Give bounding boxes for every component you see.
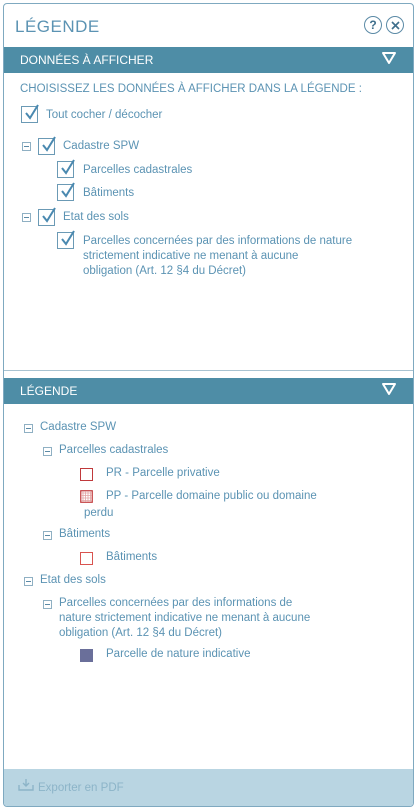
etat-sols-checkbox[interactable] xyxy=(38,207,56,226)
legend-batiments-toggle[interactable] xyxy=(43,531,52,540)
private-parcel-swatch xyxy=(80,468,93,481)
legend-parcelles-indicatives-line-3: obligation (Art. 12 §4 du Décret) xyxy=(59,627,223,639)
batiments-checkbox[interactable] xyxy=(57,182,75,201)
legend-cadastre-label: Cadastre SPW xyxy=(40,421,117,433)
legend-parcelles-toggle[interactable] xyxy=(43,447,52,456)
toggle-all-label[interactable]: Tout cocher / décocher xyxy=(46,108,162,123)
close-icon[interactable] xyxy=(386,16,404,34)
building-entry-label: Bâtiments xyxy=(106,551,158,563)
legend-section-title: LÉGENDE xyxy=(20,384,78,398)
building-swatch xyxy=(80,552,93,565)
legend-etat-sols-label: Etat des sols xyxy=(40,574,106,586)
parcelles-indicatives-label-line-3: obligation (Art. 12 §4 du Décret) xyxy=(83,265,247,277)
private-parcel-label: PR - Parcelle privative xyxy=(106,467,220,479)
help-icon[interactable]: ? xyxy=(364,16,382,34)
legend-parcelles-indicatives-line-2: nature strictement indicative ne menant … xyxy=(59,612,311,624)
legend-cadastre-toggle[interactable] xyxy=(24,424,33,433)
etat-sols-label: Etat des sols xyxy=(63,211,129,223)
legend-section-header[interactable]: LÉGENDE xyxy=(4,378,413,404)
parcelles-indicatives-label-line-2: strictement indicative ne menant à aucun… xyxy=(83,250,299,262)
dialog-footer: Exporter en PDF xyxy=(4,769,413,806)
legend-batiments-label: Bâtiments xyxy=(59,528,111,540)
export-pdf-button[interactable]: Exporter en PDF xyxy=(38,782,124,794)
legend-etat-sols-toggle[interactable] xyxy=(24,577,33,586)
indicative-parcel-label: Parcelle de nature indicative xyxy=(106,648,251,660)
legend-parcelles-indicatives-line-1: Parcelles concernées par des information… xyxy=(59,597,293,609)
collapse-triangle-icon[interactable] xyxy=(381,381,397,397)
data-instruction: CHOISISSEZ LES DONNÉES À AFFICHER DANS L… xyxy=(20,83,362,95)
parcelles-cadastrales-label: Parcelles cadastrales xyxy=(83,164,193,176)
cadastre-checkbox[interactable] xyxy=(38,136,56,155)
legend-parcelles-indicatives-toggle[interactable] xyxy=(43,600,52,609)
parcelles-indicatives-label-line-1: Parcelles concernées par des information… xyxy=(83,235,353,247)
collapse-triangle-icon[interactable] xyxy=(381,50,397,66)
public-parcel-label-line-1: PP - Parcelle domaine public ou domaine xyxy=(106,490,317,502)
toggle-all-checkbox[interactable] xyxy=(21,104,39,123)
download-icon[interactable] xyxy=(18,778,34,792)
parcelles-cadastrales-checkbox[interactable] xyxy=(57,159,75,178)
collapse-cadastre-toggle[interactable] xyxy=(22,142,31,151)
parcelles-indicatives-checkbox[interactable] xyxy=(57,230,75,249)
dialog-title: LÉGENDE xyxy=(15,17,100,36)
indicative-parcel-swatch xyxy=(80,649,93,662)
public-parcel-swatch xyxy=(80,490,93,503)
section-divider xyxy=(4,370,413,371)
data-section-header[interactable]: DONNÉES À AFFICHER xyxy=(4,47,413,73)
legend-parcelles-label: Parcelles cadastrales xyxy=(59,444,169,456)
batiments-label: Bâtiments xyxy=(83,187,135,199)
legend-dialog: LÉGENDE ? DONNÉES À AFFICHER CHOISISSEZ … xyxy=(3,3,414,807)
collapse-etat-sols-toggle[interactable] xyxy=(22,213,31,222)
data-section-title: DONNÉES À AFFICHER xyxy=(20,53,154,67)
public-parcel-label-line-2: perdu xyxy=(84,507,114,519)
cadastre-label: Cadastre SPW xyxy=(63,140,140,152)
